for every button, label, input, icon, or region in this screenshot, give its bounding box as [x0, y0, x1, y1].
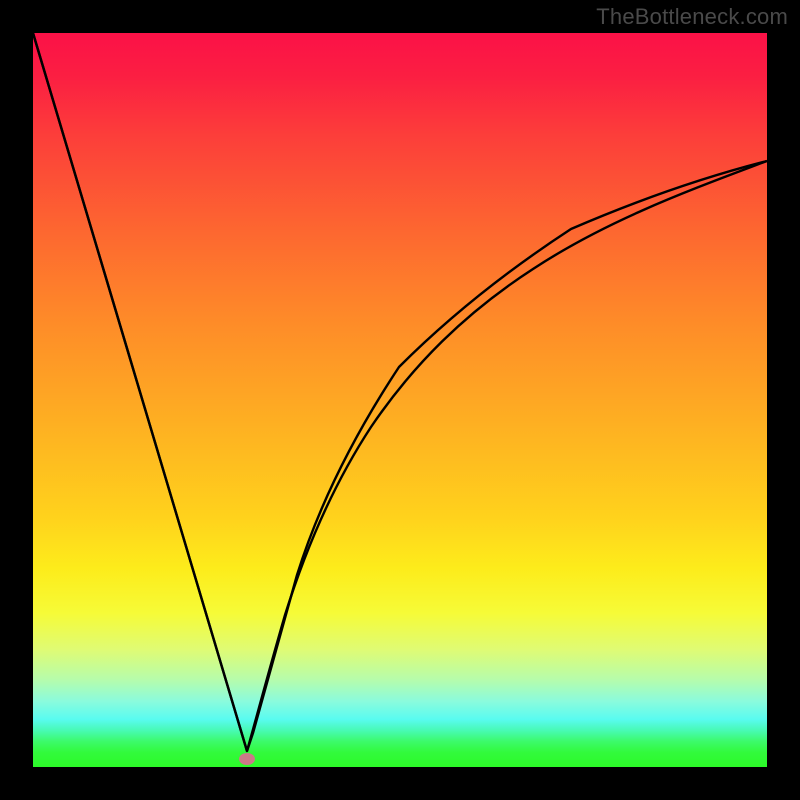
plot-area [33, 33, 767, 767]
bottleneck-curve-right [247, 161, 767, 751]
optimal-point-marker [239, 753, 255, 765]
chart-frame: TheBottleneck.com [0, 0, 800, 800]
watermark-text: TheBottleneck.com [596, 4, 788, 30]
bottleneck-curve-left [33, 33, 247, 751]
curve-svg [33, 33, 767, 767]
bottleneck-curve [33, 33, 767, 751]
